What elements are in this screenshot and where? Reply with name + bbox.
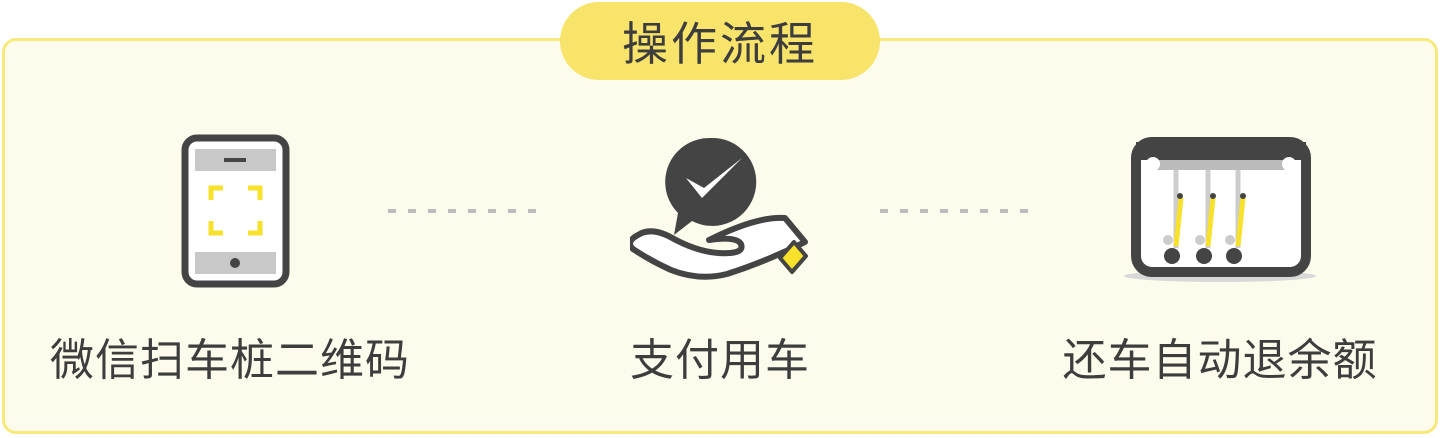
step-connector-2 xyxy=(880,209,1028,213)
page-title: 操作流程 xyxy=(560,2,880,80)
step-1-label: 微信扫车桩二维码 xyxy=(50,335,410,386)
step-2-label: 支付用车 xyxy=(630,335,810,386)
phone-scan-icon xyxy=(181,134,290,288)
wechat-pay-hand-icon xyxy=(630,137,808,280)
step-connector-1 xyxy=(388,209,536,213)
bike-dock-icon xyxy=(1124,137,1316,282)
step-3-label: 还车自动退余额 xyxy=(1062,335,1378,386)
